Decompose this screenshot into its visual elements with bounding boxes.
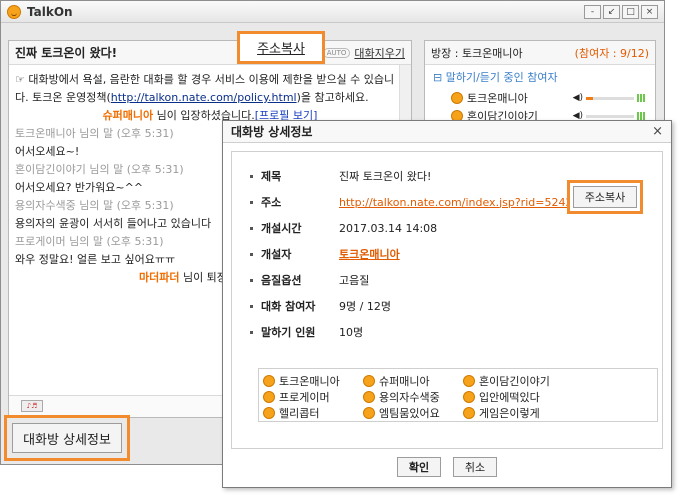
policy-link[interactable]: http://talkon.nate.com/policy.html bbox=[111, 91, 297, 104]
clear-chat-link[interactable]: 대화지우기 bbox=[354, 45, 405, 61]
speaker-icon: ◀) bbox=[572, 93, 583, 103]
auto-badge[interactable]: AUTO bbox=[322, 47, 351, 58]
level-meter-icon bbox=[637, 94, 645, 102]
maximize-button[interactable]: □ bbox=[622, 4, 639, 19]
title-bar: TalkOn - ↙ □ × bbox=[1, 1, 664, 23]
copy-address-button[interactable]: 주소복사 bbox=[240, 34, 322, 61]
smiley-icon bbox=[463, 406, 475, 419]
list-item[interactable]: 혼이담긴이야기 bbox=[463, 373, 583, 388]
emoticon-button[interactable]: ♪♬ bbox=[21, 400, 43, 412]
volume-control[interactable]: ◀) bbox=[573, 93, 645, 103]
list-item[interactable]: 게임은이렇게 bbox=[463, 405, 583, 420]
bullet-icon bbox=[250, 330, 253, 334]
smiley-icon bbox=[463, 390, 475, 403]
app-title: TalkOn bbox=[27, 4, 73, 19]
host-link[interactable]: 토크온매니아 bbox=[339, 246, 400, 262]
restore-button[interactable]: ↙ bbox=[603, 4, 620, 19]
room-url-link[interactable]: http://talkon.nate.com/index.jsp?rid=524… bbox=[339, 196, 569, 209]
list-item[interactable]: 엠팀뭄있어요 bbox=[363, 405, 463, 420]
smiley-icon bbox=[263, 390, 275, 403]
volume-slider[interactable] bbox=[586, 96, 634, 100]
participant-header: 방장 : 토크온매니아 (참여자 : 9/12) bbox=[425, 41, 655, 65]
list-item[interactable]: 토크온매니아 bbox=[263, 373, 363, 388]
info-row-host: 개설자 토크온매니아 bbox=[250, 246, 400, 262]
volume-slider[interactable] bbox=[586, 114, 634, 118]
leave-user-name[interactable]: 마더파더 bbox=[139, 271, 179, 284]
participant-name: 토크온매니아 bbox=[467, 92, 528, 105]
bullet-icon bbox=[250, 226, 253, 230]
copy-address-button[interactable]: 주소복사 bbox=[573, 186, 637, 208]
bullet-icon bbox=[250, 278, 253, 282]
info-row-created: 개설시간 2017.03.14 14:08 bbox=[250, 220, 437, 236]
room-details-button[interactable]: 대화방 상세정보 bbox=[12, 423, 122, 453]
dialog-footer: 확인 취소 bbox=[223, 457, 671, 477]
smiley-icon bbox=[363, 374, 375, 387]
dialog-title: 대화방 상세정보 bbox=[231, 125, 313, 139]
window-controls: - ↙ □ × bbox=[584, 4, 658, 19]
bullet-icon bbox=[250, 252, 253, 256]
participant-pane: 방장 : 토크온매니아 (참여자 : 9/12) ⊟ 말하기/듣기 중인 참여자… bbox=[424, 40, 656, 130]
talkon-logo-icon bbox=[7, 4, 21, 19]
close-button[interactable]: × bbox=[641, 4, 658, 19]
participant-list: 토크온매니아 슈퍼매니아 혼이담긴이야기 프로게이머 용의자수색중 입안에떡있다… bbox=[258, 368, 658, 422]
chat-header: 진짜 토크온이 왔다! AUTO 대화지우기 bbox=[9, 41, 411, 65]
smiley-icon bbox=[463, 374, 475, 387]
participant-count: (참여자 : 9/12) bbox=[574, 46, 649, 60]
notice-message: ☞ 대화방에서 욕설, 음란한 대화를 할 경우 서비스 이용에 제한을 받으실… bbox=[15, 73, 395, 104]
list-item[interactable]: 슈퍼매니아 bbox=[363, 373, 463, 388]
host-label: 방장 : 토크온매니아 bbox=[431, 46, 523, 60]
list-item[interactable]: 용의자수색중 bbox=[363, 389, 463, 404]
bullet-icon bbox=[250, 304, 253, 308]
info-row-address: 주소 http://talkon.nate.com/index.jsp?rid=… bbox=[250, 194, 569, 210]
info-row-audio: 음질옵션 고음질 bbox=[250, 272, 369, 288]
join-user-name[interactable]: 슈퍼매니아 bbox=[103, 109, 154, 122]
smiley-icon bbox=[363, 390, 375, 403]
bullet-icon bbox=[250, 200, 253, 204]
ok-button[interactable]: 확인 bbox=[397, 457, 441, 477]
room-title: 진짜 토크온이 왔다! bbox=[15, 46, 118, 60]
smiley-icon bbox=[263, 406, 275, 419]
dialog-title-bar: 대화방 상세정보 × bbox=[223, 121, 671, 143]
list-item[interactable]: 입안에떡있다 bbox=[463, 389, 583, 404]
info-row-title: 제목 진짜 토크온이 왔다! bbox=[250, 168, 431, 184]
minimize-button[interactable]: - bbox=[584, 4, 601, 19]
smiley-icon bbox=[363, 406, 375, 419]
speaking-group-toggle[interactable]: ⊟ 말하기/듣기 중인 참여자 bbox=[425, 65, 655, 89]
bullet-icon bbox=[250, 174, 253, 178]
close-icon[interactable]: × bbox=[652, 124, 663, 139]
participant-item[interactable]: 토크온매니아 ◀) bbox=[425, 89, 655, 107]
level-meter-icon bbox=[637, 112, 645, 120]
smiley-icon bbox=[263, 374, 275, 387]
info-row-speakers: 말하기 인원 10명 bbox=[250, 324, 363, 340]
list-item[interactable]: 프로게이머 bbox=[263, 389, 363, 404]
cancel-button[interactable]: 취소 bbox=[453, 457, 497, 477]
info-row-participants: 대화 참여자 9명 / 12명 bbox=[250, 298, 391, 314]
room-details-dialog: 대화방 상세정보 × 제목 진짜 토크온이 왔다! 주소 http://talk… bbox=[222, 120, 672, 488]
list-item[interactable]: 헬리콥터 bbox=[263, 405, 363, 420]
smiley-icon bbox=[451, 92, 463, 104]
